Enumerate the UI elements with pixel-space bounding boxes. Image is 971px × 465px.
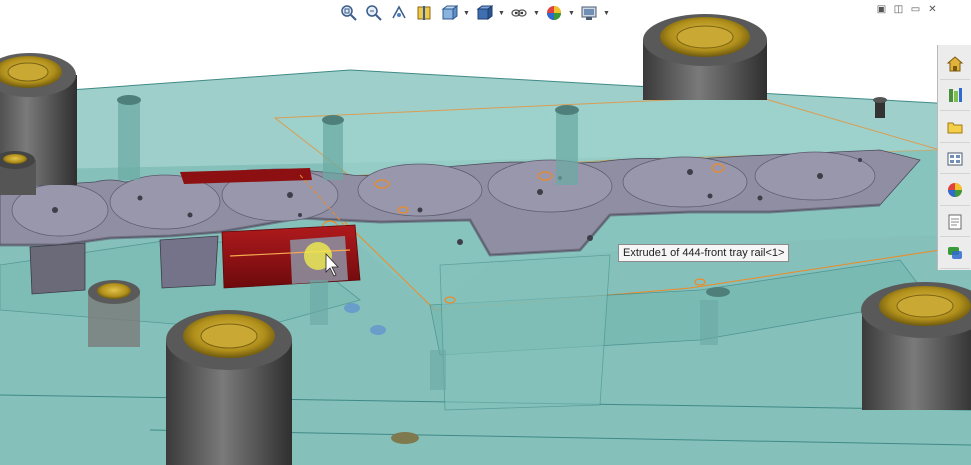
properties-icon[interactable] <box>939 207 970 238</box>
bushing-small[interactable] <box>88 280 140 347</box>
chevron-down-icon[interactable]: ▼ <box>568 3 575 23</box>
window-close-icon[interactable]: ✕ <box>926 3 939 16</box>
hide-show-icon[interactable] <box>508 3 530 23</box>
design-library-icon[interactable] <box>939 81 970 112</box>
chevron-down-icon[interactable]: ▼ <box>603 3 610 23</box>
zoom-area-icon[interactable] <box>363 3 385 23</box>
zoom-fit-icon[interactable] <box>338 3 360 23</box>
chevron-down-icon[interactable]: ▼ <box>463 3 470 23</box>
section-view-icon[interactable] <box>413 3 435 23</box>
guide-post[interactable] <box>643 14 767 100</box>
chevron-down-icon[interactable]: ▼ <box>498 3 505 23</box>
view-palette-icon[interactable] <box>939 144 970 175</box>
previous-view-icon[interactable] <box>388 3 410 23</box>
graphics-area[interactable]: ▼ ▼ ▼ ▼ ▼ ▣ ◫ ▭ ✕ Extrude1 of 444-front … <box>0 0 971 465</box>
guide-post[interactable] <box>861 282 971 410</box>
home-icon[interactable] <box>939 49 970 80</box>
appearance-icon[interactable] <box>543 3 565 23</box>
plate-lobe <box>487 159 613 213</box>
plate-lobe <box>754 151 876 201</box>
heads-up-view-toolbar: ▼ ▼ ▼ ▼ ▼ <box>338 2 610 24</box>
forum-icon[interactable] <box>939 238 970 270</box>
window-restore-icon[interactable]: ▣ <box>875 3 888 16</box>
view-orientation-icon[interactable] <box>438 3 460 23</box>
plate-lobe <box>622 156 748 208</box>
window-minimize-icon[interactable]: ▭ <box>909 3 922 16</box>
view-settings-icon[interactable] <box>578 3 600 23</box>
task-pane <box>937 45 971 270</box>
hover-tooltip: Extrude1 of 444-front tray rail<1> <box>618 244 790 262</box>
chevron-down-icon[interactable]: ▼ <box>533 3 540 23</box>
window-tile-icon[interactable]: ◫ <box>892 3 905 16</box>
support-block[interactable] <box>159 235 219 289</box>
support-block[interactable] <box>29 242 86 295</box>
bushing-small[interactable] <box>0 151 36 195</box>
rail-box[interactable] <box>439 254 611 411</box>
document-window-controls: ▣ ◫ ▭ ✕ <box>875 3 939 16</box>
folder-icon[interactable] <box>939 112 970 143</box>
display-style-icon[interactable] <box>473 3 495 23</box>
guide-post[interactable] <box>166 310 292 465</box>
assembly-model[interactable] <box>0 0 971 465</box>
appearances-icon[interactable] <box>939 175 970 206</box>
